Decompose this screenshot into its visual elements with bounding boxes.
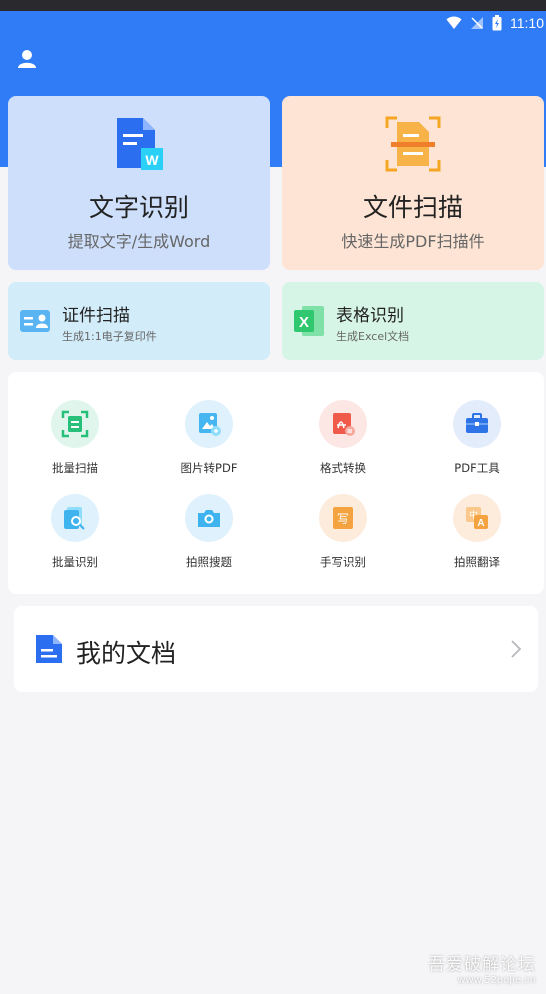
handwriting-icon: 写 (333, 507, 353, 529)
watermark-line2: www.52pojie.cn (457, 975, 536, 986)
text-recognition-card[interactable]: W 文字识别 提取文字/生成Word (8, 96, 270, 270)
tool-image-to-pdf[interactable]: 图片转PDF (149, 400, 269, 476)
tool-batch-recognize[interactable]: 批量识别 (15, 494, 135, 570)
tool-label: 格式转换 (320, 461, 366, 475)
card-subtitle: 生成Excel文档 (336, 330, 410, 343)
watermark: 吾爱破解论坛 www.52pojie.cn (428, 950, 536, 986)
watermark-line1: 吾爱破解论坛 (428, 955, 536, 975)
svg-text:X: X (299, 314, 309, 331)
format-convert-icon (333, 413, 355, 436)
tools-panel: 批量扫描 图片转PDF 格式转换 PDF工具 批量识别 拍照搜题 写 手写识别 … (8, 372, 544, 594)
svg-text:写: 写 (337, 512, 349, 526)
file-scan-card[interactable]: 文件扫描 快速生成PDF扫描件 (282, 96, 544, 270)
tool-label: 拍照翻译 (454, 555, 500, 569)
id-scan-card[interactable]: 证件扫描 生成1:1电子复印件 (8, 282, 270, 360)
top-strip (0, 0, 546, 11)
batch-recognize-icon (64, 507, 85, 530)
tool-photo-translate[interactable]: 中 A 拍照翻译 (417, 494, 537, 570)
pdf-toolbox-icon (466, 413, 488, 433)
tool-pdf-toolbox[interactable]: PDF工具 (417, 400, 537, 476)
tool-label: 图片转PDF (180, 461, 238, 475)
batch-scan-icon (61, 410, 89, 438)
excel-icon: X (294, 306, 324, 336)
my-documents-label: 我的文档 (76, 639, 177, 668)
status-time: 11:10 (510, 15, 544, 31)
tool-format-convert[interactable]: 格式转换 (283, 400, 403, 476)
tool-label: 手写识别 (320, 555, 366, 569)
tool-handwriting[interactable]: 写 手写识别 (283, 494, 403, 570)
tool-label: 批量识别 (52, 555, 98, 569)
tool-label: 批量扫描 (52, 461, 98, 475)
card-subtitle: 快速生成PDF扫描件 (341, 232, 485, 251)
svg-text:A: A (477, 518, 484, 529)
user-icon[interactable] (16, 48, 38, 70)
card-title: 表格识别 (336, 306, 404, 326)
id-card-icon (20, 310, 50, 332)
tool-label: 拍照搜题 (186, 555, 232, 569)
word-doc-icon: W (117, 118, 163, 170)
svg-text:W: W (145, 152, 159, 168)
card-title: 文字识别 (88, 193, 189, 222)
card-subtitle: 提取文字/生成Word (67, 232, 211, 251)
no-signal-icon (471, 17, 483, 29)
battery-icon (492, 15, 502, 31)
tool-photo-search[interactable]: 拍照搜题 (149, 494, 269, 570)
chevron-right-icon (511, 640, 522, 658)
card-title: 证件扫描 (62, 306, 130, 326)
status-bar: 11:10 (446, 11, 546, 35)
table-recognition-card[interactable]: X 表格识别 生成Excel文档 (282, 282, 544, 360)
tool-batch-scan[interactable]: 批量扫描 (15, 400, 135, 476)
camera-icon (198, 510, 220, 527)
translate-icon: 中 A (466, 507, 488, 529)
tool-label: PDF工具 (454, 461, 500, 475)
document-icon (36, 635, 62, 663)
wifi-icon (446, 16, 462, 29)
my-documents-row[interactable]: 我的文档 (14, 606, 538, 692)
card-title: 文件扫描 (362, 193, 463, 222)
card-subtitle: 生成1:1电子复印件 (62, 330, 157, 343)
scan-doc-icon (385, 116, 441, 172)
image-to-pdf-icon (199, 413, 221, 436)
